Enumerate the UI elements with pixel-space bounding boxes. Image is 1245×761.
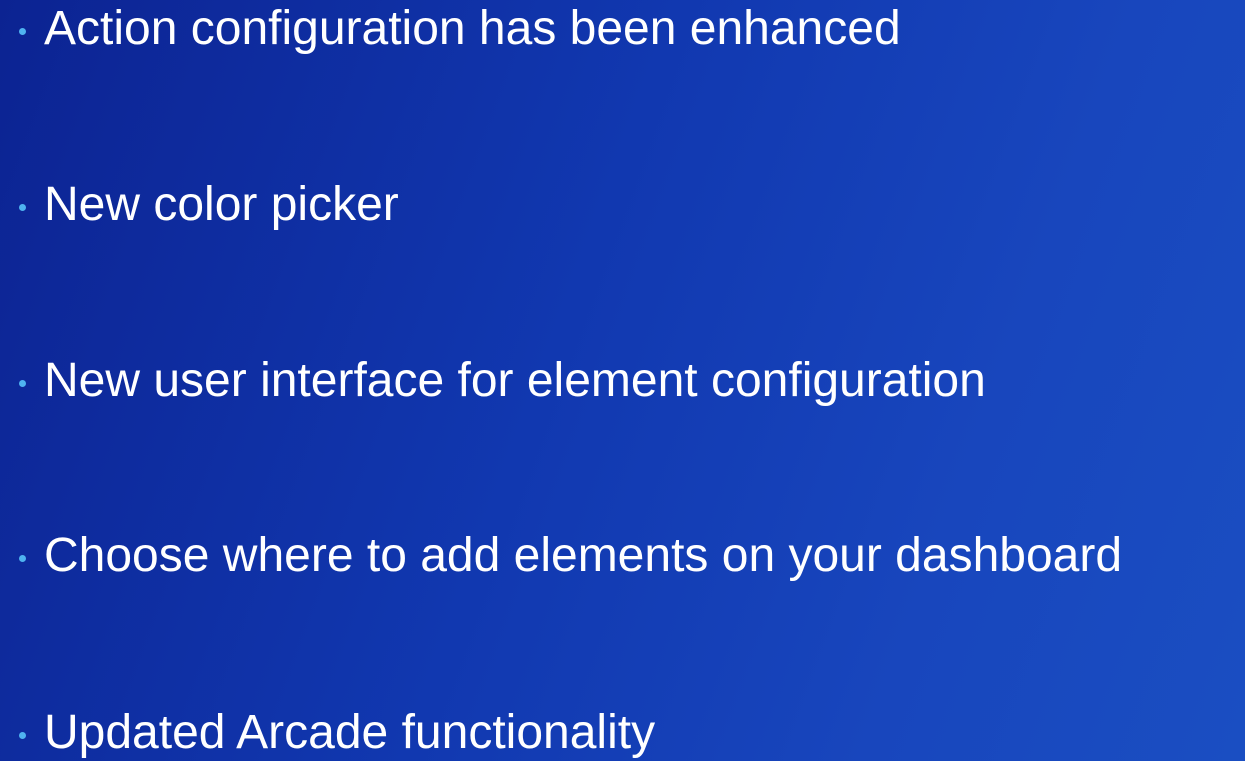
bullet-item: New user interface for element configura… (19, 353, 986, 409)
bullet-dot-icon (19, 203, 26, 211)
bullet-dot-icon (19, 731, 26, 739)
bullet-dot-icon (19, 27, 26, 35)
bullet-dot-icon (19, 379, 26, 387)
bullet-item: Choose where to add elements on your das… (19, 528, 1122, 584)
bullet-text: Choose where to add elements on your das… (44, 529, 1123, 582)
bullet-text: Updated Arcade functionality (44, 706, 656, 759)
bullet-dot-icon (19, 554, 26, 562)
bullet-text: New user interface for element configura… (44, 354, 986, 407)
bullet-item: Action configuration has been enhanced (19, 1, 901, 57)
bullet-text: Action configuration has been enhanced (44, 2, 901, 55)
bullet-text: New color picker (44, 178, 399, 231)
bullet-item: Updated Arcade functionality (19, 705, 655, 761)
bullet-item: New color picker (19, 177, 399, 233)
bullet-list: Action configuration has been enhanced N… (0, 0, 1245, 761)
